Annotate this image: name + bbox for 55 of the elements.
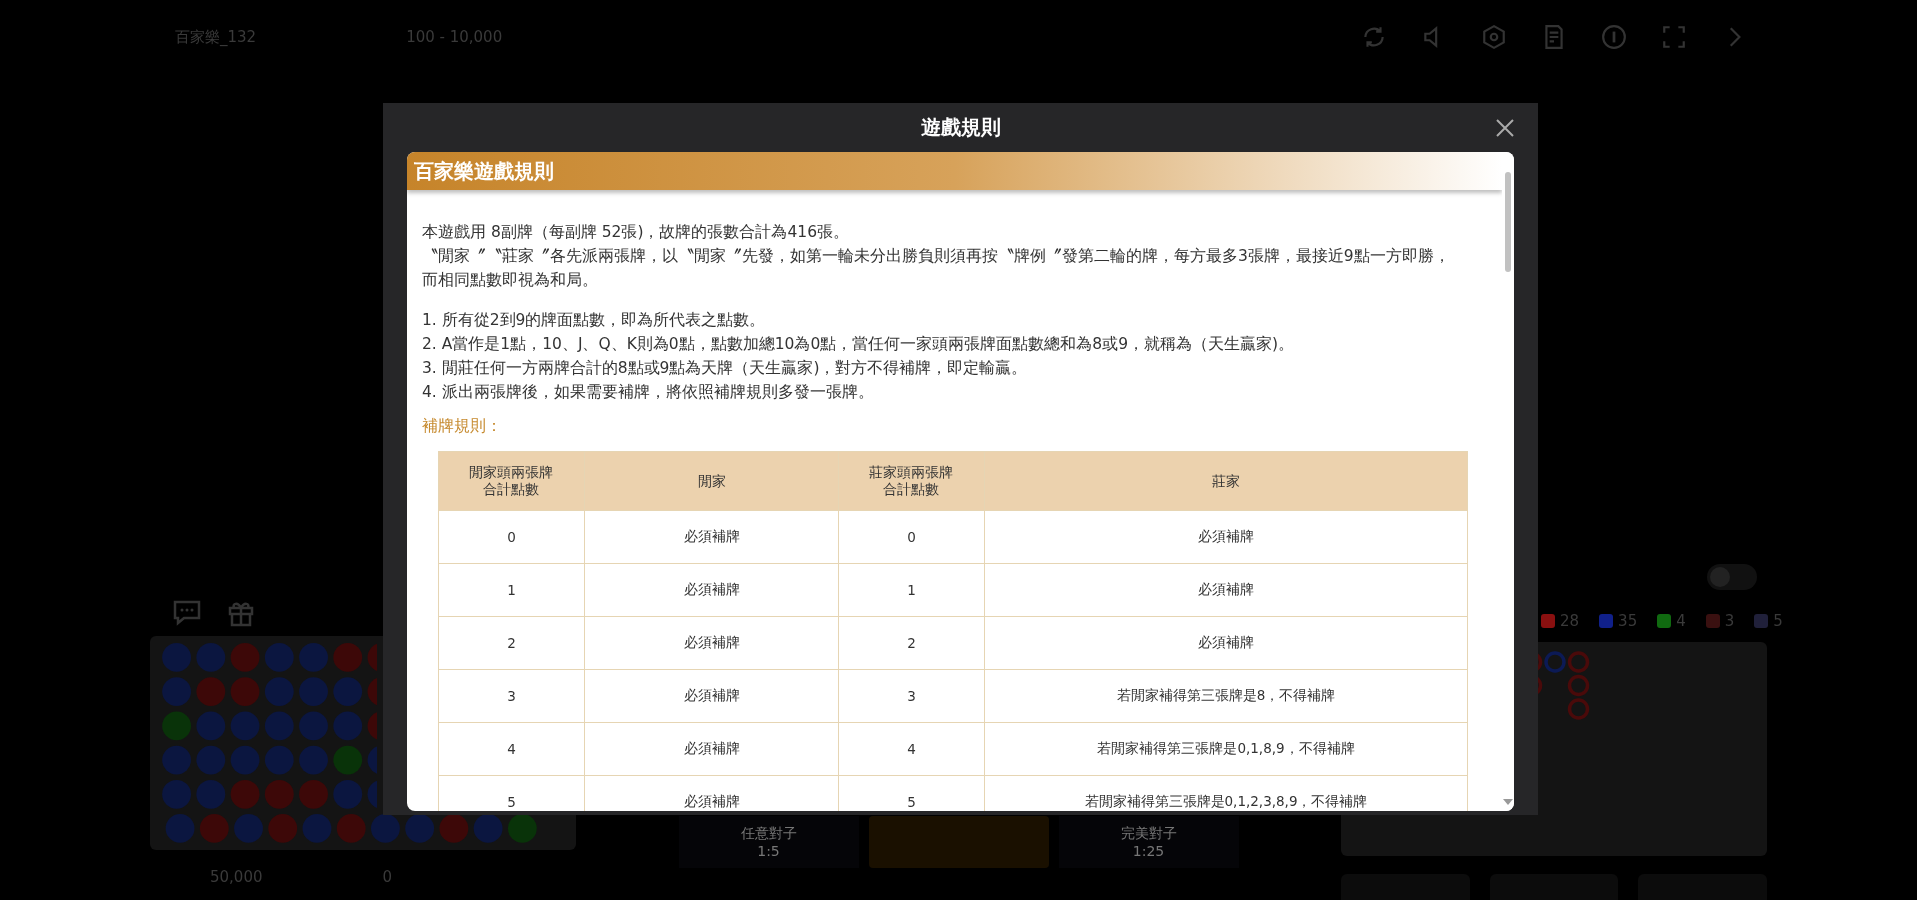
table-cell: 必須補牌 xyxy=(584,616,839,670)
rules-heading: 百家樂遊戲規則 xyxy=(407,152,1502,190)
stat-count: 28 xyxy=(1560,612,1580,630)
rules-paragraph: 本遊戲用 8副牌（每副牌 52張)，故牌的張數合計為416張。 xyxy=(422,222,851,243)
rules-paragraph: 〝閒家〞〝莊家〞各先派兩張牌，以〝閒家〞先發，如第一輪未分出勝負則須再按〝牌例〞發第二輪的牌，每方最多3張牌，最接近9點一方即勝，而相同點數即視為和局。 xyxy=(422,246,1451,291)
table-cell: 必須補牌 xyxy=(584,510,839,564)
scroll-down-icon[interactable] xyxy=(1503,799,1513,805)
bet-option[interactable]: 完美對子 1:25 xyxy=(1058,816,1239,868)
column-header: 閒家 xyxy=(697,472,726,490)
table-cell: 4 xyxy=(838,722,985,776)
column-header: 莊家 xyxy=(1212,472,1240,490)
table-cell: 若閒家補得第三張牌是0,1,8,9，不得補牌 xyxy=(984,722,1468,776)
table-cell: 2 xyxy=(838,616,985,670)
table-cell: 2 xyxy=(438,616,585,670)
settings-icon[interactable] xyxy=(1481,24,1507,50)
column-header: 莊家頭兩張牌合計點數 xyxy=(868,464,954,498)
table-cell: 1 xyxy=(438,563,585,617)
table-cell: 若閒家補得第三張牌是8，不得補牌 xyxy=(984,669,1468,723)
table-cell: 必須補牌 xyxy=(584,669,839,723)
stat-count: 3 xyxy=(1724,612,1735,630)
rule-item: 3. 閒莊任何一方兩牌合計的8點或9點為天牌（天生贏家)，對方不得補牌，即定輸贏。 xyxy=(422,358,1029,379)
rule-item: 2. A當作是1點，10、J、Q、K則為0點，點數加總10為0點，當任何一家頭兩張牌面點數總和為8或9，就稱為（天生贏家)。 xyxy=(422,334,1296,355)
table-cell: 必須補牌 xyxy=(984,616,1468,670)
bet-option[interactable]: 任意對子 1:5 xyxy=(678,816,859,868)
balance-amount: 50,000 xyxy=(210,868,263,886)
fullscreen-icon[interactable] xyxy=(1661,24,1687,50)
close-icon[interactable] xyxy=(1496,119,1514,137)
stat-count: 4 xyxy=(1676,612,1686,630)
toggle-switch[interactable] xyxy=(1707,564,1757,590)
dialog-title: 遊戲規則 xyxy=(920,114,1001,141)
refresh-icon[interactable] xyxy=(1361,24,1387,50)
draw-rules-heading: 補牌規則： xyxy=(422,416,503,437)
table-cell: 必須補牌 xyxy=(584,722,839,776)
table-cell: 4 xyxy=(438,722,585,776)
rule-item: 4. 派出兩張牌後，如果需要補牌，將依照補牌規則多發一張牌。 xyxy=(422,382,875,403)
table-cell: 0 xyxy=(438,510,585,564)
table-name: 百家樂_132 xyxy=(175,27,257,47)
stat-count: 35 xyxy=(1618,612,1638,630)
bet-range: 100 - 10,000 xyxy=(406,27,503,47)
chat-icon[interactable] xyxy=(172,599,202,627)
bet-amount: 0 xyxy=(382,868,393,886)
bet-option[interactable] xyxy=(868,816,1049,868)
info-icon[interactable] xyxy=(1601,24,1627,50)
table-cell: 必須補牌 xyxy=(584,563,839,617)
stat-count: 5 xyxy=(1773,612,1783,630)
scrollbar[interactable] xyxy=(1502,152,1514,811)
column-header: 閒家頭兩張牌合計點數 xyxy=(468,464,554,498)
table-cell: 必須補牌 xyxy=(984,510,1468,564)
table-cell: 0 xyxy=(838,510,985,564)
rule-item: 1. 所有從2到9的牌面點數，即為所代表之點數。 xyxy=(422,310,767,331)
table-cell: 3 xyxy=(838,669,985,723)
table-cell: 1 xyxy=(838,563,985,617)
table-cell: 必須補牌 xyxy=(984,563,1468,617)
table-cell: 3 xyxy=(438,669,585,723)
table-cell: 5 xyxy=(438,775,585,811)
